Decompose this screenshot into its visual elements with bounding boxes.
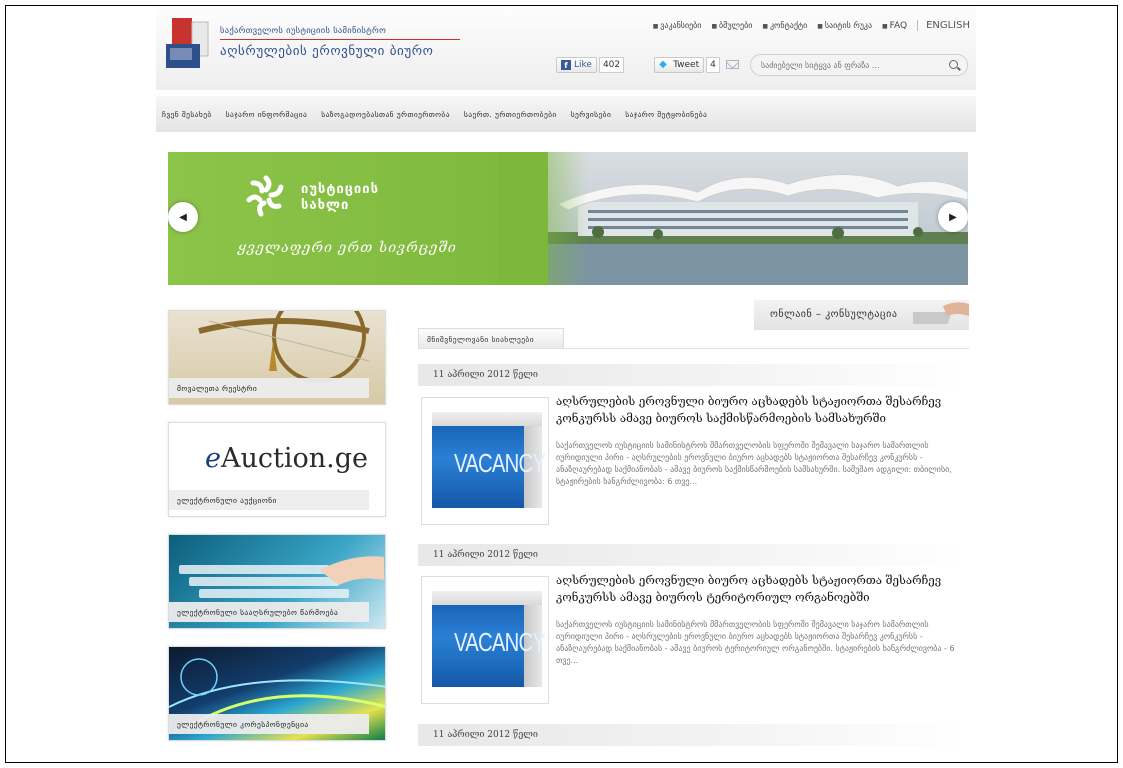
nav-item-services[interactable]: სერვისები <box>571 110 612 119</box>
banner-slogan: ყველაფერი ერთ სივრცეში <box>238 240 457 256</box>
laptop-hand-icon <box>913 302 969 324</box>
banner-title-line1: იუსტიციის <box>301 182 379 197</box>
tweet-count: 4 <box>706 57 720 73</box>
nav-item-international[interactable]: საერთ. ურთიერთობები <box>464 110 557 119</box>
nav-item-public-info[interactable]: საჯარო ინფორმაცია <box>226 110 308 119</box>
main-nav: ჩვენ შესახებ საჯარო ინფორმაცია საზოგადოე… <box>156 96 976 132</box>
post-date: 11 აპრილი 2012 წელი <box>418 364 969 386</box>
like-count: 402 <box>598 57 625 73</box>
language-english-link[interactable]: ENGLISH <box>917 20 970 31</box>
post-date: 11 აპრილი 2012 წელი <box>418 724 969 746</box>
top-link-faq[interactable]: FAQ <box>882 21 907 31</box>
tab-label: მნიშვნელოვანი სიახლეები <box>427 335 534 344</box>
post-thumbnail[interactable]: VACANCY <box>421 397 549 525</box>
facebook-like-button[interactable]: f Like <box>556 57 597 73</box>
search-box <box>750 54 968 76</box>
sidebar-label-e-auction: ელექტრონული აუქციონი <box>169 490 369 510</box>
top-link-contact[interactable]: კონტაქტი <box>762 21 807 30</box>
top-link-links[interactable]: ბმულები <box>711 21 752 30</box>
logo-icon[interactable] <box>166 18 210 70</box>
sidebar-e-auction[interactable]: eAuction.ge ელექტრონული აუქციონი <box>168 422 386 517</box>
post-thumbnail[interactable]: VACANCY <box>421 576 549 704</box>
sign-top <box>432 591 542 605</box>
org-ministry-name: საქართველოს იუსტიციის სამინისტრო <box>220 26 387 36</box>
post-title-link[interactable]: აღსრულების ეროვნული ბიურო აცხადებს სტაჟი… <box>556 393 976 427</box>
mail-icon[interactable] <box>726 60 739 69</box>
online-consultation-label: ონლაინ – კონსულტაცია <box>770 309 898 320</box>
tab-underline <box>418 348 969 349</box>
tweet-button[interactable]: ◆ Tweet <box>654 57 705 73</box>
banner-slider[interactable]: იუსტიციის სახლი ყველაფერი ერთ სივრცეში ◀… <box>168 152 968 285</box>
sidebar-label-e-enforcement: ელექტრონული სააღსრულებო წარმოება <box>169 602 369 622</box>
search-icon[interactable] <box>949 60 958 69</box>
sidebar-label-e-correspondence: ელექტრონული კორესპონდენცია <box>169 714 369 734</box>
sidebar-e-correspondence[interactable]: ელექტრონული კორესპონდენცია <box>168 646 386 741</box>
banner-fade <box>498 152 588 285</box>
sidebar-debtors-registry[interactable]: მოვალეთა რეესტრი <box>168 310 386 405</box>
arrow-right-icon: ▶ <box>949 211 957 223</box>
logo-divider <box>220 39 460 40</box>
twitter-icon: ◆ <box>659 59 667 70</box>
nav-item-about[interactable]: ჩვენ შესახებ <box>162 110 212 119</box>
org-bureau-name[interactable]: აღსრულების ეროვნული ბიურო <box>220 44 434 59</box>
search-input[interactable] <box>761 58 941 73</box>
post-excerpt: საქართველოს იუსტიციის სამინისტროს მმართვ… <box>556 441 952 486</box>
vacancy-sign-text: VACANCY <box>454 627 546 657</box>
post-excerpt: საქართველოს იუსტიციის სამინისტროს მმართვ… <box>556 620 955 665</box>
building-image <box>538 173 968 285</box>
post-title-link[interactable]: აღსრულების ეროვნული ბიურო აცხადებს სტაჟი… <box>556 572 976 606</box>
nav-item-public-notice[interactable]: საჯარო შეტყობინება <box>625 110 707 119</box>
like-label: Like <box>574 60 592 70</box>
arrow-left-icon: ◀ <box>179 211 187 223</box>
tab-important-news[interactable]: მნიშვნელოვანი სიახლეები <box>418 328 564 349</box>
banner-title-line2: სახლი <box>301 198 350 213</box>
top-links: ვაკანსიები ბმულები კონტაქტი საიტის რუკა … <box>653 20 970 31</box>
nav-item-public-relations[interactable]: საზოგადოებასთან ურთიერთობა <box>321 110 450 119</box>
social-buttons: f Like 402 ◆ Tweet 4 <box>556 57 720 73</box>
tweet-label: Tweet <box>673 60 700 70</box>
website: საქართველოს იუსტიციის სამინისტრო აღსრულე… <box>156 6 976 762</box>
justice-house-logo-icon <box>246 175 284 217</box>
header: საქართველოს იუსტიციის სამინისტრო აღსრულე… <box>156 6 976 90</box>
facebook-icon: f <box>561 60 571 70</box>
sign-top <box>432 412 542 426</box>
sidebar-label-debtors: მოვალეთა რეესტრი <box>169 378 369 398</box>
vacancy-sign-text: VACANCY <box>454 448 546 478</box>
browser-frame: საქართველოს იუსტიციის სამინისტრო აღსრულე… <box>5 5 1118 763</box>
top-link-vacancies[interactable]: ვაკანსიები <box>653 21 701 30</box>
slider-prev-button[interactable]: ◀ <box>168 202 198 232</box>
banner-green-panel <box>168 152 548 285</box>
post-date: 11 აპრილი 2012 წელი <box>418 544 969 566</box>
slider-next-button[interactable]: ▶ <box>938 202 968 232</box>
top-link-sitemap[interactable]: საიტის რუკა <box>817 21 872 30</box>
eauction-logo: eAuction.ge <box>205 443 368 474</box>
sidebar-e-enforcement[interactable]: ელექტრონული სააღსრულებო წარმოება <box>168 534 386 629</box>
